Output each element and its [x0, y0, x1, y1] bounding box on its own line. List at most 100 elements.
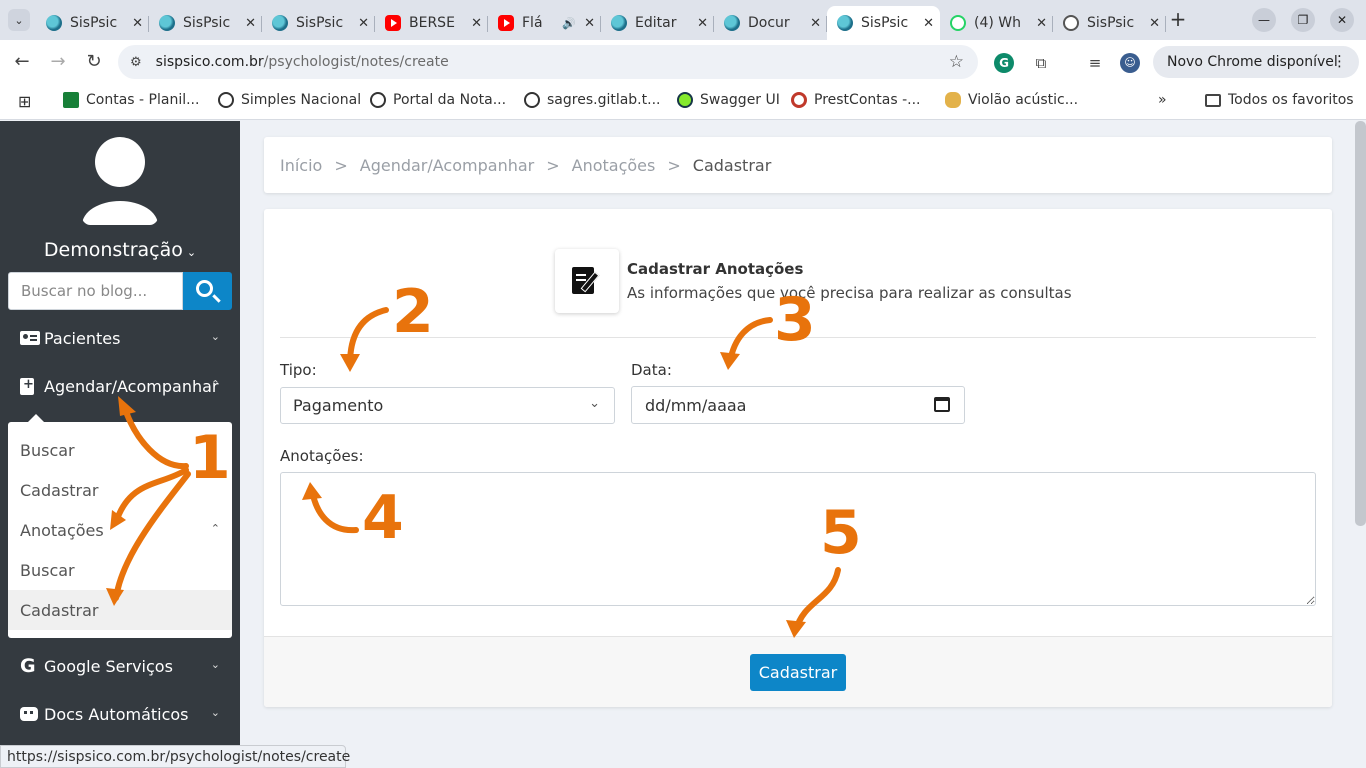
tab[interactable]: SisPsic ✕ [262, 8, 375, 38]
all-bookmarks-folder[interactable]: Todos os favoritos [1205, 92, 1354, 108]
tipo-label: Tipo: [280, 361, 317, 379]
cadastrar-button[interactable]: Cadastrar [750, 654, 846, 691]
submenu-item-anotacoes-buscar[interactable]: Buscar [8, 550, 232, 590]
youtube-favicon-icon [498, 15, 514, 31]
bookmark[interactable]: Swagger UI [677, 92, 780, 108]
url-path: /psychologist/notes/create [263, 54, 449, 70]
minimize-icon[interactable]: — [1252, 8, 1276, 32]
google-icon: G [20, 655, 36, 677]
signed-document-icon [555, 249, 619, 313]
tab[interactable]: (4) Wh ✕ [940, 8, 1053, 38]
back-arrow-icon[interactable]: ← [11, 51, 33, 73]
breadcrumb-current: Cadastrar [692, 155, 772, 175]
chevron-up-icon: ⌃ [210, 378, 220, 391]
kebab-menu-icon[interactable]: ⋮ [1332, 52, 1347, 70]
youtube-favicon-icon [385, 15, 401, 31]
extensions-puzzle-icon[interactable]: ⧉ [1031, 53, 1051, 73]
chevron-down-icon: ⌄ [210, 658, 220, 671]
chrome-update-button[interactable]: Novo Chrome disponível ⋮ [1153, 46, 1359, 78]
user-avatar-icon [82, 137, 158, 229]
tab-close-icon[interactable]: ✕ [1149, 16, 1160, 31]
restore-icon[interactable]: ❐ [1291, 8, 1315, 32]
globe-icon [524, 92, 540, 108]
page-scrollbar[interactable] [1355, 121, 1366, 526]
form-title: Cadastrar Anotações [627, 260, 804, 278]
tab[interactable]: Editar ✕ [601, 8, 714, 38]
tipo-select[interactable]: Pagamento ⌄ [280, 387, 615, 424]
sidebar-item-docs[interactable]: Docs Automáticos ⌄ [0, 694, 240, 734]
tabs: SisPsic ✕ SisPsic ✕ SisPsic ✕ BERSE ✕ Flá 🔊 ✕ … [36, 6, 1166, 40]
status-bar-url: https://sispsico.com.br/psychologist/not… [0, 745, 350, 768]
media-controls-icon[interactable]: ≡ [1085, 53, 1105, 73]
address-bar[interactable]: ⚙ sispsico.com.br/psychologist/notes/cre… [118, 45, 978, 79]
new-tab-plus-icon[interactable]: + [1168, 8, 1188, 30]
tab[interactable]: SisPsic ✕ [149, 8, 262, 38]
chevron-down-icon: ⌄ [589, 396, 600, 411]
prestcontas-icon [791, 92, 807, 108]
sheets-icon [63, 92, 79, 108]
submenu-item-anotacoes[interactable]: Anotações ⌃ [8, 510, 232, 550]
brain-favicon-icon [724, 15, 740, 31]
sidebar-item-pacientes[interactable]: Pacientes ⌄ [0, 318, 240, 358]
tab-close-icon[interactable]: ✕ [471, 16, 482, 31]
breadcrumb-link[interactable]: Agendar/Acompanhar [360, 156, 534, 175]
apps-grid-icon[interactable]: ⊞ [18, 92, 31, 111]
tab-close-icon[interactable]: ✕ [923, 16, 934, 31]
clipboard-plus-icon [20, 377, 34, 395]
robot-icon [20, 707, 38, 721]
breadcrumb-link[interactable]: Anotações [572, 156, 656, 175]
tab[interactable]: SisPsic ✕ [1053, 8, 1166, 38]
annotation-number-4: 4 [362, 483, 404, 553]
reload-icon[interactable]: ↻ [83, 51, 105, 73]
date-input[interactable]: dd/mm/aaaa [631, 386, 965, 424]
bookmark[interactable]: PrestContas -... [791, 92, 920, 108]
tab-strip: ⌄ SisPsic ✕ SisPsic ✕ SisPsic ✕ BERSE ✕ Flá 🔊… [0, 0, 1366, 40]
blog-search-input[interactable] [8, 272, 183, 310]
breadcrumb-link[interactable]: Início [280, 156, 322, 175]
breadcrumb: Início > Agendar/Acompanhar > Anotações > C… [264, 137, 1332, 193]
sidebar-item-google[interactable]: G Google Serviços ⌄ [0, 646, 240, 686]
tab-search-chevron-icon[interactable]: ⌄ [8, 9, 30, 31]
tab[interactable]: BERSE ✕ [375, 8, 488, 38]
form-footer: Cadastrar [264, 636, 1332, 707]
bookmark-star-icon[interactable]: ☆ [949, 52, 964, 72]
guitar-icon [945, 92, 961, 108]
search-button[interactable] [183, 272, 232, 310]
bookmark[interactable]: Portal da Nota... [370, 92, 506, 108]
anotacoes-textarea[interactable] [280, 472, 1316, 606]
close-window-icon[interactable]: ✕ [1330, 8, 1354, 32]
bookmarks-bar: ⊞ Contas - Planil... Simples Nacional Po… [0, 84, 1366, 120]
bookmark[interactable]: Contas - Planil... [63, 92, 199, 108]
folder-icon [1205, 93, 1221, 107]
site-info-icon[interactable]: ⚙ [130, 55, 142, 70]
forward-arrow-icon[interactable]: → [47, 51, 69, 73]
bookmark[interactable]: Simples Nacional [218, 92, 361, 108]
calendar-icon[interactable] [934, 397, 950, 412]
tab-close-icon[interactable]: ✕ [132, 16, 143, 31]
tab[interactable]: SisPsic ✕ [36, 8, 149, 38]
tab-close-icon[interactable]: ✕ [584, 16, 595, 31]
annotation-number-2: 2 [392, 277, 434, 347]
speaker-icon[interactable]: 🔊 [562, 17, 576, 30]
tab-close-icon[interactable]: ✕ [1036, 16, 1047, 31]
tab-close-icon[interactable]: ✕ [810, 16, 821, 31]
more-bookmarks-chevron-icon[interactable]: » [1158, 92, 1167, 108]
brain-favicon-icon [272, 15, 288, 31]
annotation-number-1: 1 [189, 423, 231, 493]
grammarly-extension-icon[interactable]: G [994, 53, 1014, 73]
tab-close-icon[interactable]: ✕ [245, 16, 256, 31]
tab[interactable]: Flá 🔊 ✕ [488, 8, 601, 38]
chevron-down-icon: ⌄ [210, 706, 220, 719]
sidebar-item-agendar[interactable]: Agendar/Acompanhar⌃ [0, 366, 240, 406]
submenu-item-anotacoes-cadastrar[interactable]: Cadastrar [8, 590, 232, 630]
tab-close-icon[interactable]: ✕ [697, 16, 708, 31]
tab[interactable]: Docur ✕ [714, 8, 827, 38]
chevron-down-icon: ⌄ [210, 330, 220, 343]
profile-avatar-icon[interactable]: ☺ [1120, 53, 1140, 73]
chevron-up-icon: ⌃ [210, 522, 220, 535]
tab-active[interactable]: SisPsic ✕ [827, 6, 940, 40]
tab-close-icon[interactable]: ✕ [358, 16, 369, 31]
bookmark[interactable]: sagres.gitlab.t... [524, 92, 660, 108]
bookmark[interactable]: Violão acústic... [945, 92, 1078, 108]
user-menu[interactable]: Demonstração ⌄ [0, 239, 240, 261]
